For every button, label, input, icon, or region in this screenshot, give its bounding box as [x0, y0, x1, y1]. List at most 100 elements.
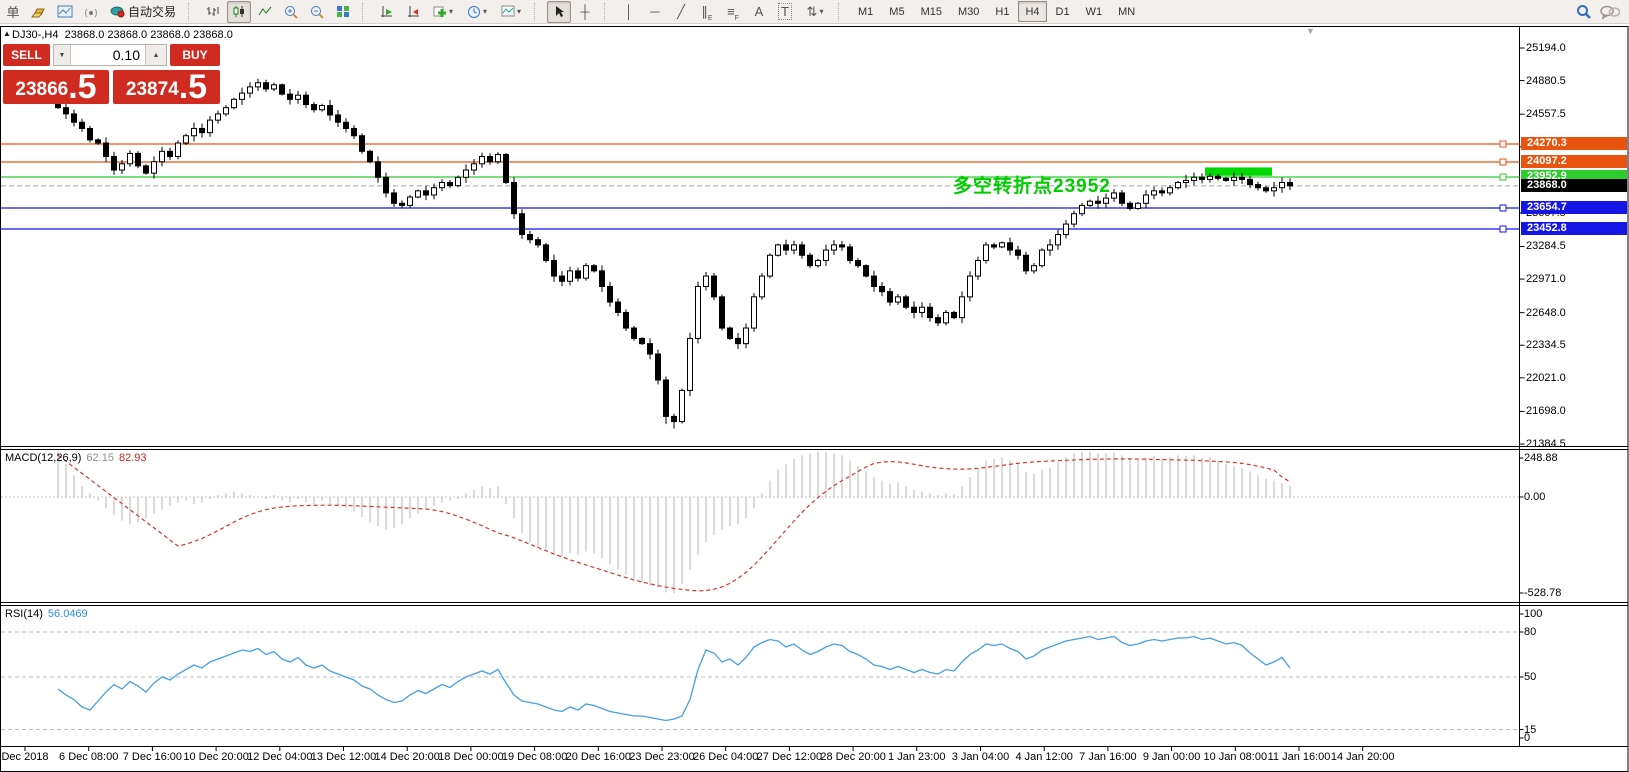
candle: [720, 297, 725, 328]
candle: [824, 250, 829, 260]
candle: [904, 297, 909, 307]
candle: [256, 83, 261, 87]
candle: [1136, 203, 1141, 208]
candle: [1256, 185, 1261, 188]
candle: [1000, 243, 1005, 247]
candle: [320, 106, 325, 110]
candle: [1224, 178, 1229, 180]
time-axis-label: 10 Jan 08:00: [1203, 751, 1267, 763]
candle: [1208, 176, 1213, 179]
line-handle: [1500, 141, 1506, 147]
candle: [1144, 195, 1149, 203]
candle: [848, 247, 853, 261]
candle: [304, 95, 309, 104]
candle: [400, 203, 405, 205]
time-axis-label: 1 Jan 23:00: [888, 751, 946, 763]
sell-price-display[interactable]: 23866.5: [3, 70, 109, 104]
symbol-period: DJ30-,H4: [12, 29, 58, 41]
time-axis-label: 6 Dec 08:00: [59, 751, 118, 763]
chart-title: DJ30-,H4 23868.0 23868.0 23868.0 23868.0: [12, 29, 233, 41]
candle: [312, 105, 317, 110]
candle: [728, 328, 733, 338]
buy-price-main: 23874: [126, 77, 179, 103]
candle: [1264, 188, 1269, 191]
candle: [696, 286, 701, 338]
candle: [144, 166, 149, 173]
rsi-name: RSI(14): [5, 608, 43, 620]
trading-terminal-window: 单 自动交易: [0, 0, 1629, 772]
candle: [104, 143, 109, 157]
candle: [840, 245, 845, 247]
candle: [472, 164, 477, 170]
price-tick-label: 22021.0: [1526, 372, 1566, 384]
candle: [896, 297, 901, 302]
candle: [1056, 234, 1061, 244]
time-axis-label: 4 Jan 12:00: [1015, 751, 1073, 763]
bid-price-label: 23868.0: [1521, 179, 1627, 192]
candle: [128, 153, 133, 163]
buy-button[interactable]: BUY: [170, 44, 220, 66]
candle: [992, 245, 997, 247]
candle: [744, 328, 749, 344]
candle: [600, 271, 605, 287]
candle: [264, 83, 269, 89]
macd-signal-value: 82.93: [119, 452, 147, 464]
ohlc-readout: 23868.0 23868.0 23868.0 23868.0: [65, 29, 233, 41]
candle: [528, 234, 533, 239]
volume-decrease-button[interactable]: ▼: [54, 45, 71, 65]
volume-stepper: ▼ 0.10 ▲: [53, 44, 167, 66]
time-axis-label: 7 Dec 16:00: [123, 751, 182, 763]
time-axis-label: 27 Dec 12:00: [757, 751, 822, 763]
candle: [1240, 177, 1245, 179]
trade-panel-collapse-icon[interactable]: ▲: [3, 29, 11, 38]
candle: [664, 380, 669, 416]
candle: [976, 260, 981, 276]
highlight-zone: [1205, 167, 1272, 175]
candle: [1168, 188, 1173, 193]
candle: [920, 307, 925, 312]
sell-button[interactable]: SELL: [3, 44, 50, 66]
time-axis-label: 20 Dec 16:00: [566, 751, 631, 763]
candle: [736, 338, 741, 343]
volume-input[interactable]: 0.10: [71, 45, 145, 65]
price-line-label: 24270.3: [1521, 137, 1627, 150]
candle: [880, 286, 885, 291]
chart-annotation-text[interactable]: 多空转折点23952: [953, 171, 1111, 198]
candle: [96, 140, 101, 143]
candle: [936, 318, 941, 323]
rsi-value: 56.0469: [48, 608, 88, 620]
shift-marker-icon[interactable]: ▼: [1306, 26, 1315, 36]
candle: [192, 128, 197, 135]
buy-price-display[interactable]: 23874.5: [113, 70, 220, 104]
candle: [504, 154, 509, 182]
candle: [64, 108, 69, 114]
time-axis-label: 13 Dec 12:00: [311, 751, 376, 763]
candle: [568, 271, 573, 281]
candle: [1128, 203, 1133, 208]
candle: [184, 136, 189, 143]
candle: [952, 312, 957, 317]
candle: [1064, 224, 1069, 234]
candle: [768, 255, 773, 276]
candle: [464, 170, 469, 177]
candle: [672, 416, 677, 421]
one-click-trading-panel: SELL ▼ 0.10 ▲ BUY 23866.5 23874.5: [3, 44, 220, 103]
volume-increase-button[interactable]: ▲: [145, 45, 166, 65]
macd-axis-label: 0.00: [1524, 491, 1545, 503]
candle: [816, 260, 821, 265]
candle: [1040, 250, 1045, 266]
candle: [624, 312, 629, 328]
line-handle: [1500, 159, 1506, 165]
candle: [232, 99, 237, 107]
candle: [584, 266, 589, 278]
candle: [160, 151, 165, 161]
candle: [1280, 183, 1285, 188]
candle: [544, 245, 549, 261]
candle: [784, 245, 789, 250]
candle: [928, 307, 933, 317]
chart-canvas[interactable]: [0, 0, 1629, 772]
candle: [224, 108, 229, 114]
candle: [1160, 191, 1165, 193]
price-tick-label: 22648.0: [1526, 307, 1566, 319]
candle: [864, 266, 869, 276]
